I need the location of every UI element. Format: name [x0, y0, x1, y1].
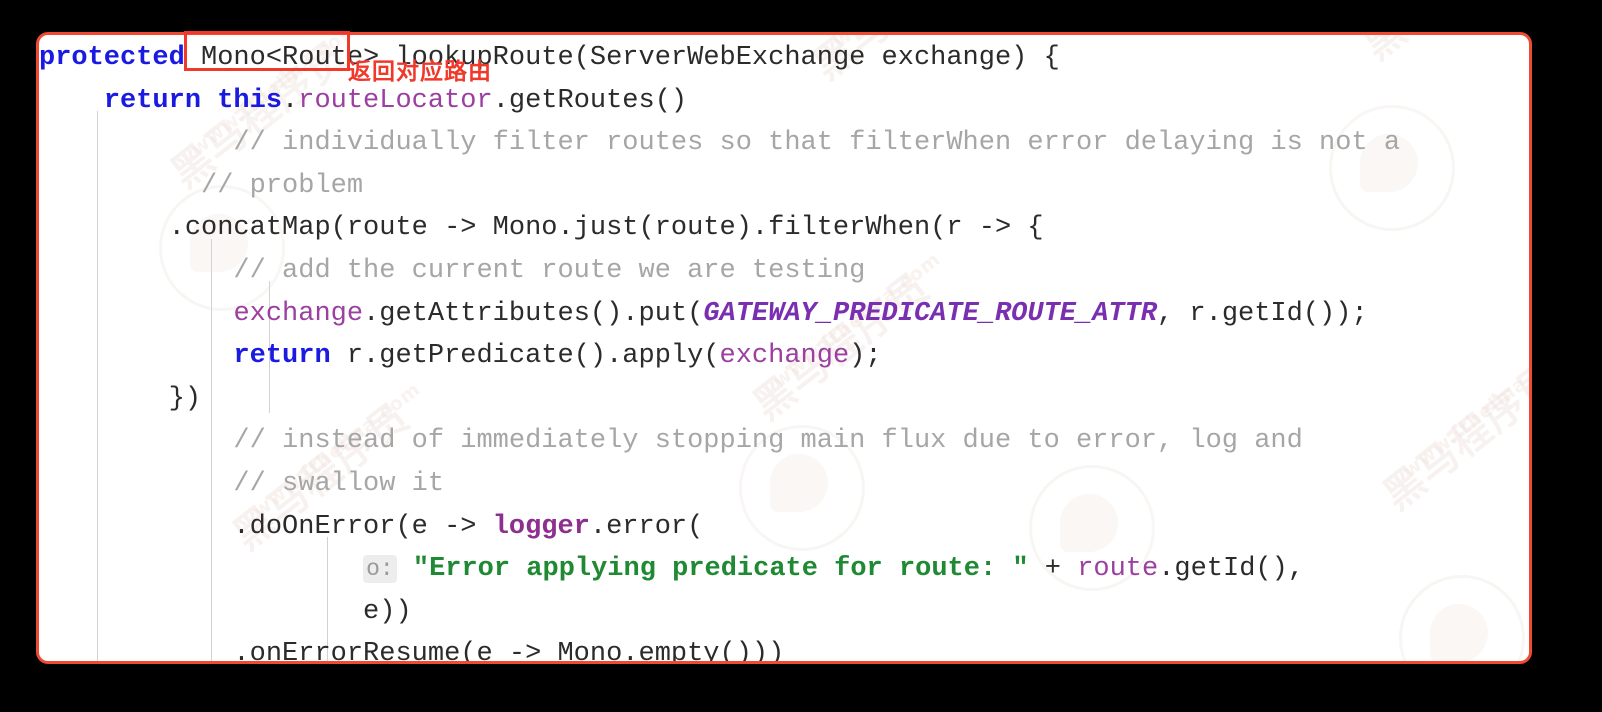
- code-token-plain: .onErrorResume(e -> Mono.empty())): [39, 639, 785, 664]
- code-token-field: exchange: [233, 298, 364, 329]
- code-token-cmt: // swallow it: [39, 468, 445, 499]
- code-token-const: GATEWAY_PREDICATE_ROUTE_ATTR: [703, 298, 1158, 329]
- code-editor-panel[interactable]: 黑马程序员 www.itheima.com 黑马程序员 www.itheima.…: [36, 32, 1532, 664]
- code-token-cmt: // instead of immediately stopping main …: [39, 426, 1303, 457]
- parameter-hint-badge: o:: [363, 555, 397, 584]
- code-token-plain: +: [1028, 554, 1078, 585]
- code-token-cmt: // individually filter routes so that fi…: [39, 128, 1401, 159]
- code-token-field: exchange: [719, 341, 850, 372]
- code-token-kw: return: [103, 85, 202, 116]
- code-content[interactable]: protected Mono<Route> lookupRoute(Server…: [39, 35, 1529, 664]
- code-line[interactable]: exchange.getAttributes().put(GATEWAY_PRE…: [39, 293, 1529, 336]
- code-line[interactable]: o: "Error applying predicate for route: …: [39, 548, 1529, 591]
- code-token-plain: .error(: [589, 511, 704, 542]
- code-line[interactable]: // swallow it: [39, 463, 1529, 506]
- code-token-str: "Error applying predicate for route: ": [412, 554, 1029, 585]
- code-line[interactable]: return r.getPredicate().apply(exchange);: [39, 335, 1529, 378]
- code-token-kw: this: [217, 85, 283, 116]
- code-token-plain: .getAttributes().put(: [363, 298, 704, 329]
- code-token-plain: );: [849, 341, 882, 372]
- code-token-kw: return: [233, 341, 331, 372]
- code-token-plain: .doOnError(e ->: [39, 511, 493, 542]
- code-line[interactable]: .concatMap(route -> Mono.just(route).fil…: [39, 207, 1529, 250]
- code-line[interactable]: // individually filter routes so that fi…: [39, 122, 1529, 165]
- code-line[interactable]: }): [39, 378, 1529, 421]
- code-line[interactable]: e)): [39, 591, 1529, 634]
- code-token-plain: .: [282, 85, 299, 116]
- code-line[interactable]: // instead of immediately stopping main …: [39, 420, 1529, 463]
- code-token-cmt: // problem: [39, 170, 364, 201]
- code-token-plain: .concatMap(route -> Mono.just(route).fil…: [39, 213, 1044, 244]
- code-line[interactable]: // problem: [39, 165, 1529, 208]
- code-token-plain: }): [39, 383, 202, 414]
- code-token-kw: protected: [39, 43, 185, 73]
- code-token-plain: e)): [39, 596, 412, 627]
- screenshot-stage: 黑马程序员 www.itheima.com 黑马程序员 www.itheima.…: [0, 0, 1602, 712]
- code-token-field: routeLocator: [298, 85, 493, 116]
- code-token-fieldb: logger: [492, 511, 590, 542]
- code-token-cmt: // add the current route we are testing: [39, 255, 866, 286]
- code-line[interactable]: return this.routeLocator.getRoutes(): [39, 80, 1529, 123]
- annotation-highlight-box: [184, 31, 350, 71]
- code-token-plain: , r.getId());: [1157, 298, 1368, 329]
- annotation-label: 返回对应路由: [348, 59, 492, 85]
- code-token-plain: r.getPredicate().apply(: [330, 341, 720, 372]
- code-line[interactable]: .doOnError(e -> logger.error(: [39, 506, 1529, 549]
- code-line[interactable]: .onErrorResume(e -> Mono.empty())): [39, 633, 1529, 664]
- code-token-plain: .getRoutes(): [492, 85, 688, 116]
- code-line[interactable]: // add the current route we are testing: [39, 250, 1529, 293]
- code-token-field: route: [1077, 554, 1159, 585]
- code-token-plain: .getId(),: [1158, 554, 1305, 585]
